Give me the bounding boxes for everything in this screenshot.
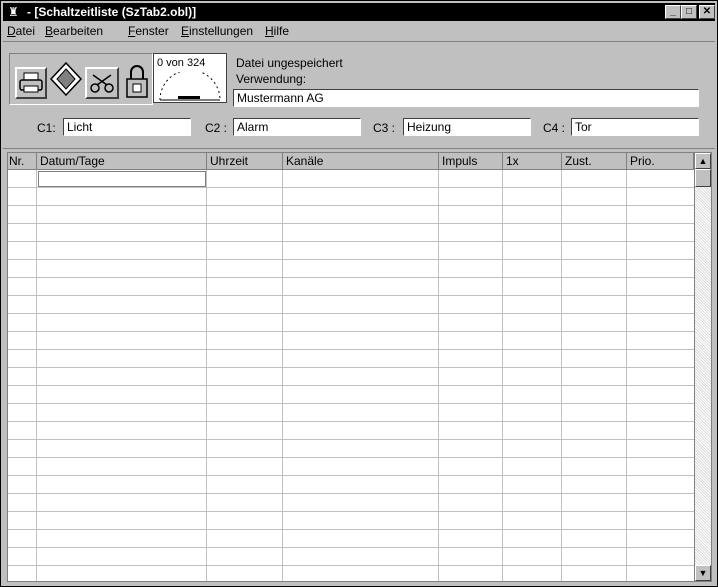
scissors-icon [90,74,114,93]
menu-einstellungen[interactable]: Einstellungen [181,24,253,38]
restore-button[interactable]: □ [681,5,697,19]
channel-input-c2[interactable]: Alarm [233,118,361,136]
menu-fenster[interactable]: Fenster [128,24,169,38]
gauge-icon [159,72,221,101]
padlock-icon [126,65,148,98]
app-icon[interactable]: ♜ [8,5,22,19]
col-header-impuls[interactable]: Impuls [439,153,503,170]
record-counter: 0 von 324 [157,57,206,69]
col-header-datum[interactable]: Datum/Tage [37,153,207,170]
col-header-nr[interactable]: Nr. [8,153,37,170]
channel-label-c1: C1: [37,121,56,135]
cut-button[interactable] [85,67,119,99]
menu-datei[interactable]: Datei [7,24,35,38]
col-header-uhrzeit[interactable]: Uhrzeit [207,153,283,170]
menu-bearbeiten[interactable]: Bearbeiten [45,24,103,38]
table-grid: Nr. Datum/Tage Uhrzeit Kanäle Impuls 1x … [8,153,694,581]
channel-input-c3[interactable]: Heizung [403,118,531,136]
col-header-1x[interactable]: 1x [503,153,562,170]
usage-label: Verwendung: [236,72,307,86]
title-bar[interactable]: ♜ - [Schaltzeitliste (SzTab2.obl)] _ □ ✕ [3,3,715,21]
col-header-prio[interactable]: Prio. [627,153,694,170]
close-button[interactable]: ✕ [699,5,715,19]
file-status: Datei ungespeichert [236,56,343,70]
table-cell-grid[interactable] [8,170,694,581]
col-header-kanaele[interactable]: Kanäle [283,153,439,170]
vertical-scrollbar[interactable]: ▲ ▼ [694,153,711,581]
channel-input-c4[interactable]: Tor [571,118,699,136]
window-title: - [Schaltzeitliste (SzTab2.obl)] [27,5,197,19]
lock-button[interactable] [123,61,151,101]
scroll-thumb[interactable] [695,169,711,187]
counter-box: 0 von 324 [153,53,227,103]
minimize-button[interactable]: _ [665,5,681,19]
diskette-icon [49,61,83,97]
usage-input[interactable]: Mustermann AG [233,89,699,107]
channel-label-c3: C3 : [373,121,396,135]
menu-hilfe[interactable]: Hilfe [265,24,289,38]
channel-input-c1[interactable]: Licht [63,118,191,136]
main-window: ♜ - [Schaltzeitliste (SzTab2.obl)] _ □ ✕… [0,0,718,587]
menu-bar: Datei Bearbeiten Fenster Einstellungen H… [3,21,715,42]
printer-icon [19,72,43,93]
scroll-down-button[interactable]: ▼ [695,565,711,581]
channel-label-c2: C2 : [205,121,228,135]
channel-label-c4: C4 : [543,121,566,135]
schedule-table[interactable]: Nr. Datum/Tage Uhrzeit Kanäle Impuls 1x … [7,152,712,582]
col-header-zust[interactable]: Zust. [562,153,627,170]
toolbar-panel: 0 von 324 Datei ungespeichert Verwendung… [3,43,715,149]
print-button[interactable] [15,67,47,99]
save-button[interactable] [49,61,83,97]
scroll-up-button[interactable]: ▲ [695,153,711,169]
